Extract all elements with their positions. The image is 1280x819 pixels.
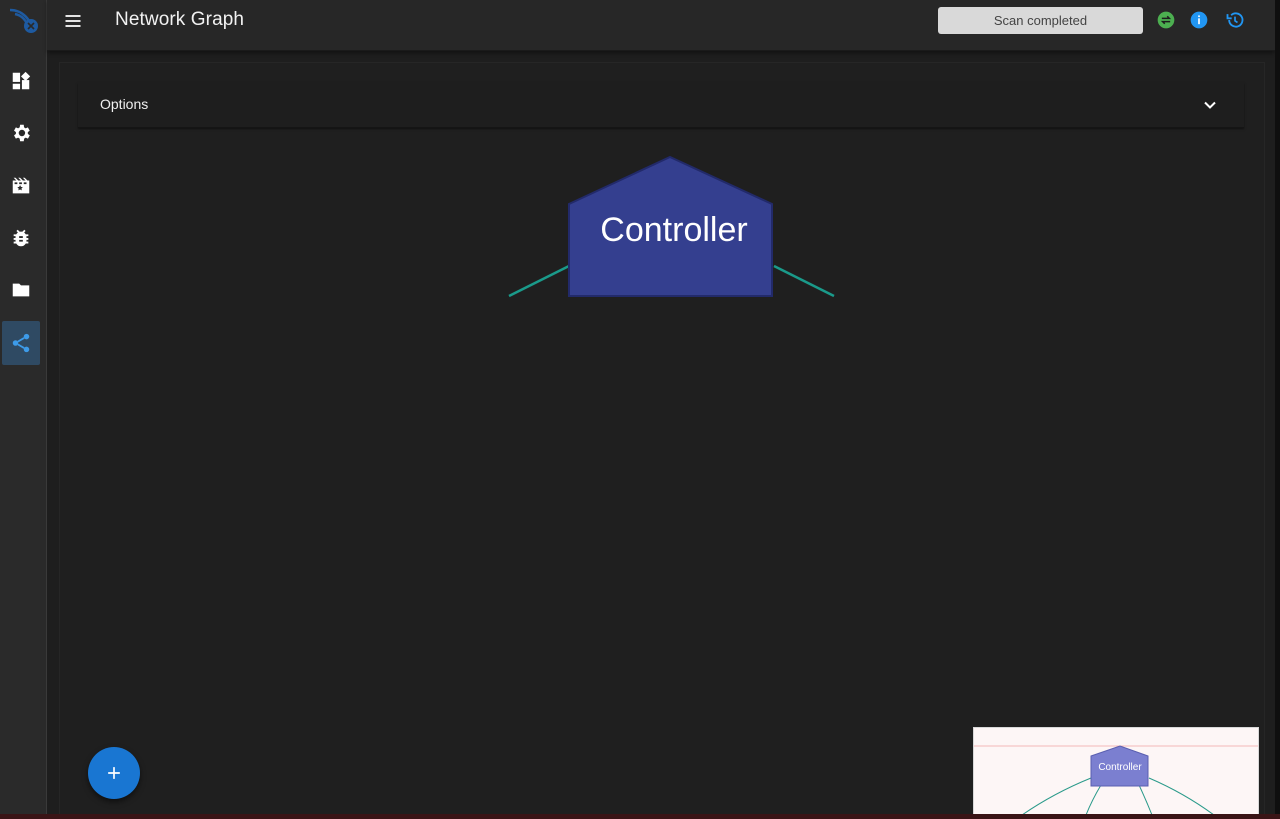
controller-node-label: Controller	[600, 211, 748, 249]
side-navigation	[0, 0, 47, 814]
sidebar-item-scenes[interactable]	[2, 164, 40, 208]
page-title: Network Graph	[115, 9, 245, 30]
scenes-icon	[12, 177, 30, 194]
options-expander[interactable]: Options	[78, 83, 1244, 128]
sidebar-item-store[interactable]	[2, 268, 40, 312]
app-logo-icon	[4, 2, 40, 36]
minimap-edge	[1138, 784, 1153, 815]
sidebar-item-debug[interactable]	[2, 216, 40, 260]
minimap-edge	[1085, 784, 1102, 815]
info-icon	[1190, 11, 1208, 29]
history-button[interactable]	[1224, 9, 1246, 31]
info-button[interactable]	[1188, 9, 1210, 31]
sidebar-item-settings[interactable]	[2, 111, 40, 155]
minimap-edge	[1021, 777, 1092, 815]
window-edge	[1275, 0, 1280, 814]
menu-button[interactable]	[61, 9, 85, 33]
minimap-edge	[1148, 777, 1215, 815]
chevron-down-icon	[1204, 101, 1216, 109]
history-icon	[1226, 12, 1244, 28]
bug-icon	[13, 229, 29, 247]
sidebar-item-dashboard[interactable]	[2, 59, 40, 103]
scan-status-button[interactable]: Scan completed	[938, 7, 1143, 34]
sync-status-icon	[1157, 11, 1175, 29]
graph-minimap[interactable]: Controller	[973, 727, 1259, 816]
dashboard-icon	[12, 71, 31, 90]
plus-icon	[108, 767, 120, 779]
gear-icon	[14, 124, 30, 142]
add-node-button[interactable]	[88, 747, 140, 799]
sidebar-item-network-graph[interactable]	[2, 321, 40, 365]
top-app-bar: Network Graph Scan completed	[47, 0, 1275, 51]
share-icon	[12, 333, 30, 353]
minimap-node-label: Controller	[1098, 762, 1142, 773]
hamburger-menu-icon	[65, 15, 81, 27]
folder-icon	[12, 283, 30, 297]
controller-status-button[interactable]	[1155, 9, 1177, 31]
options-label: Options	[100, 96, 149, 112]
network-graph-card: Options Controller	[59, 62, 1265, 816]
graph-edge	[773, 264, 835, 298]
window-bottom-edge	[0, 814, 1280, 819]
graph-edge	[508, 264, 570, 298]
